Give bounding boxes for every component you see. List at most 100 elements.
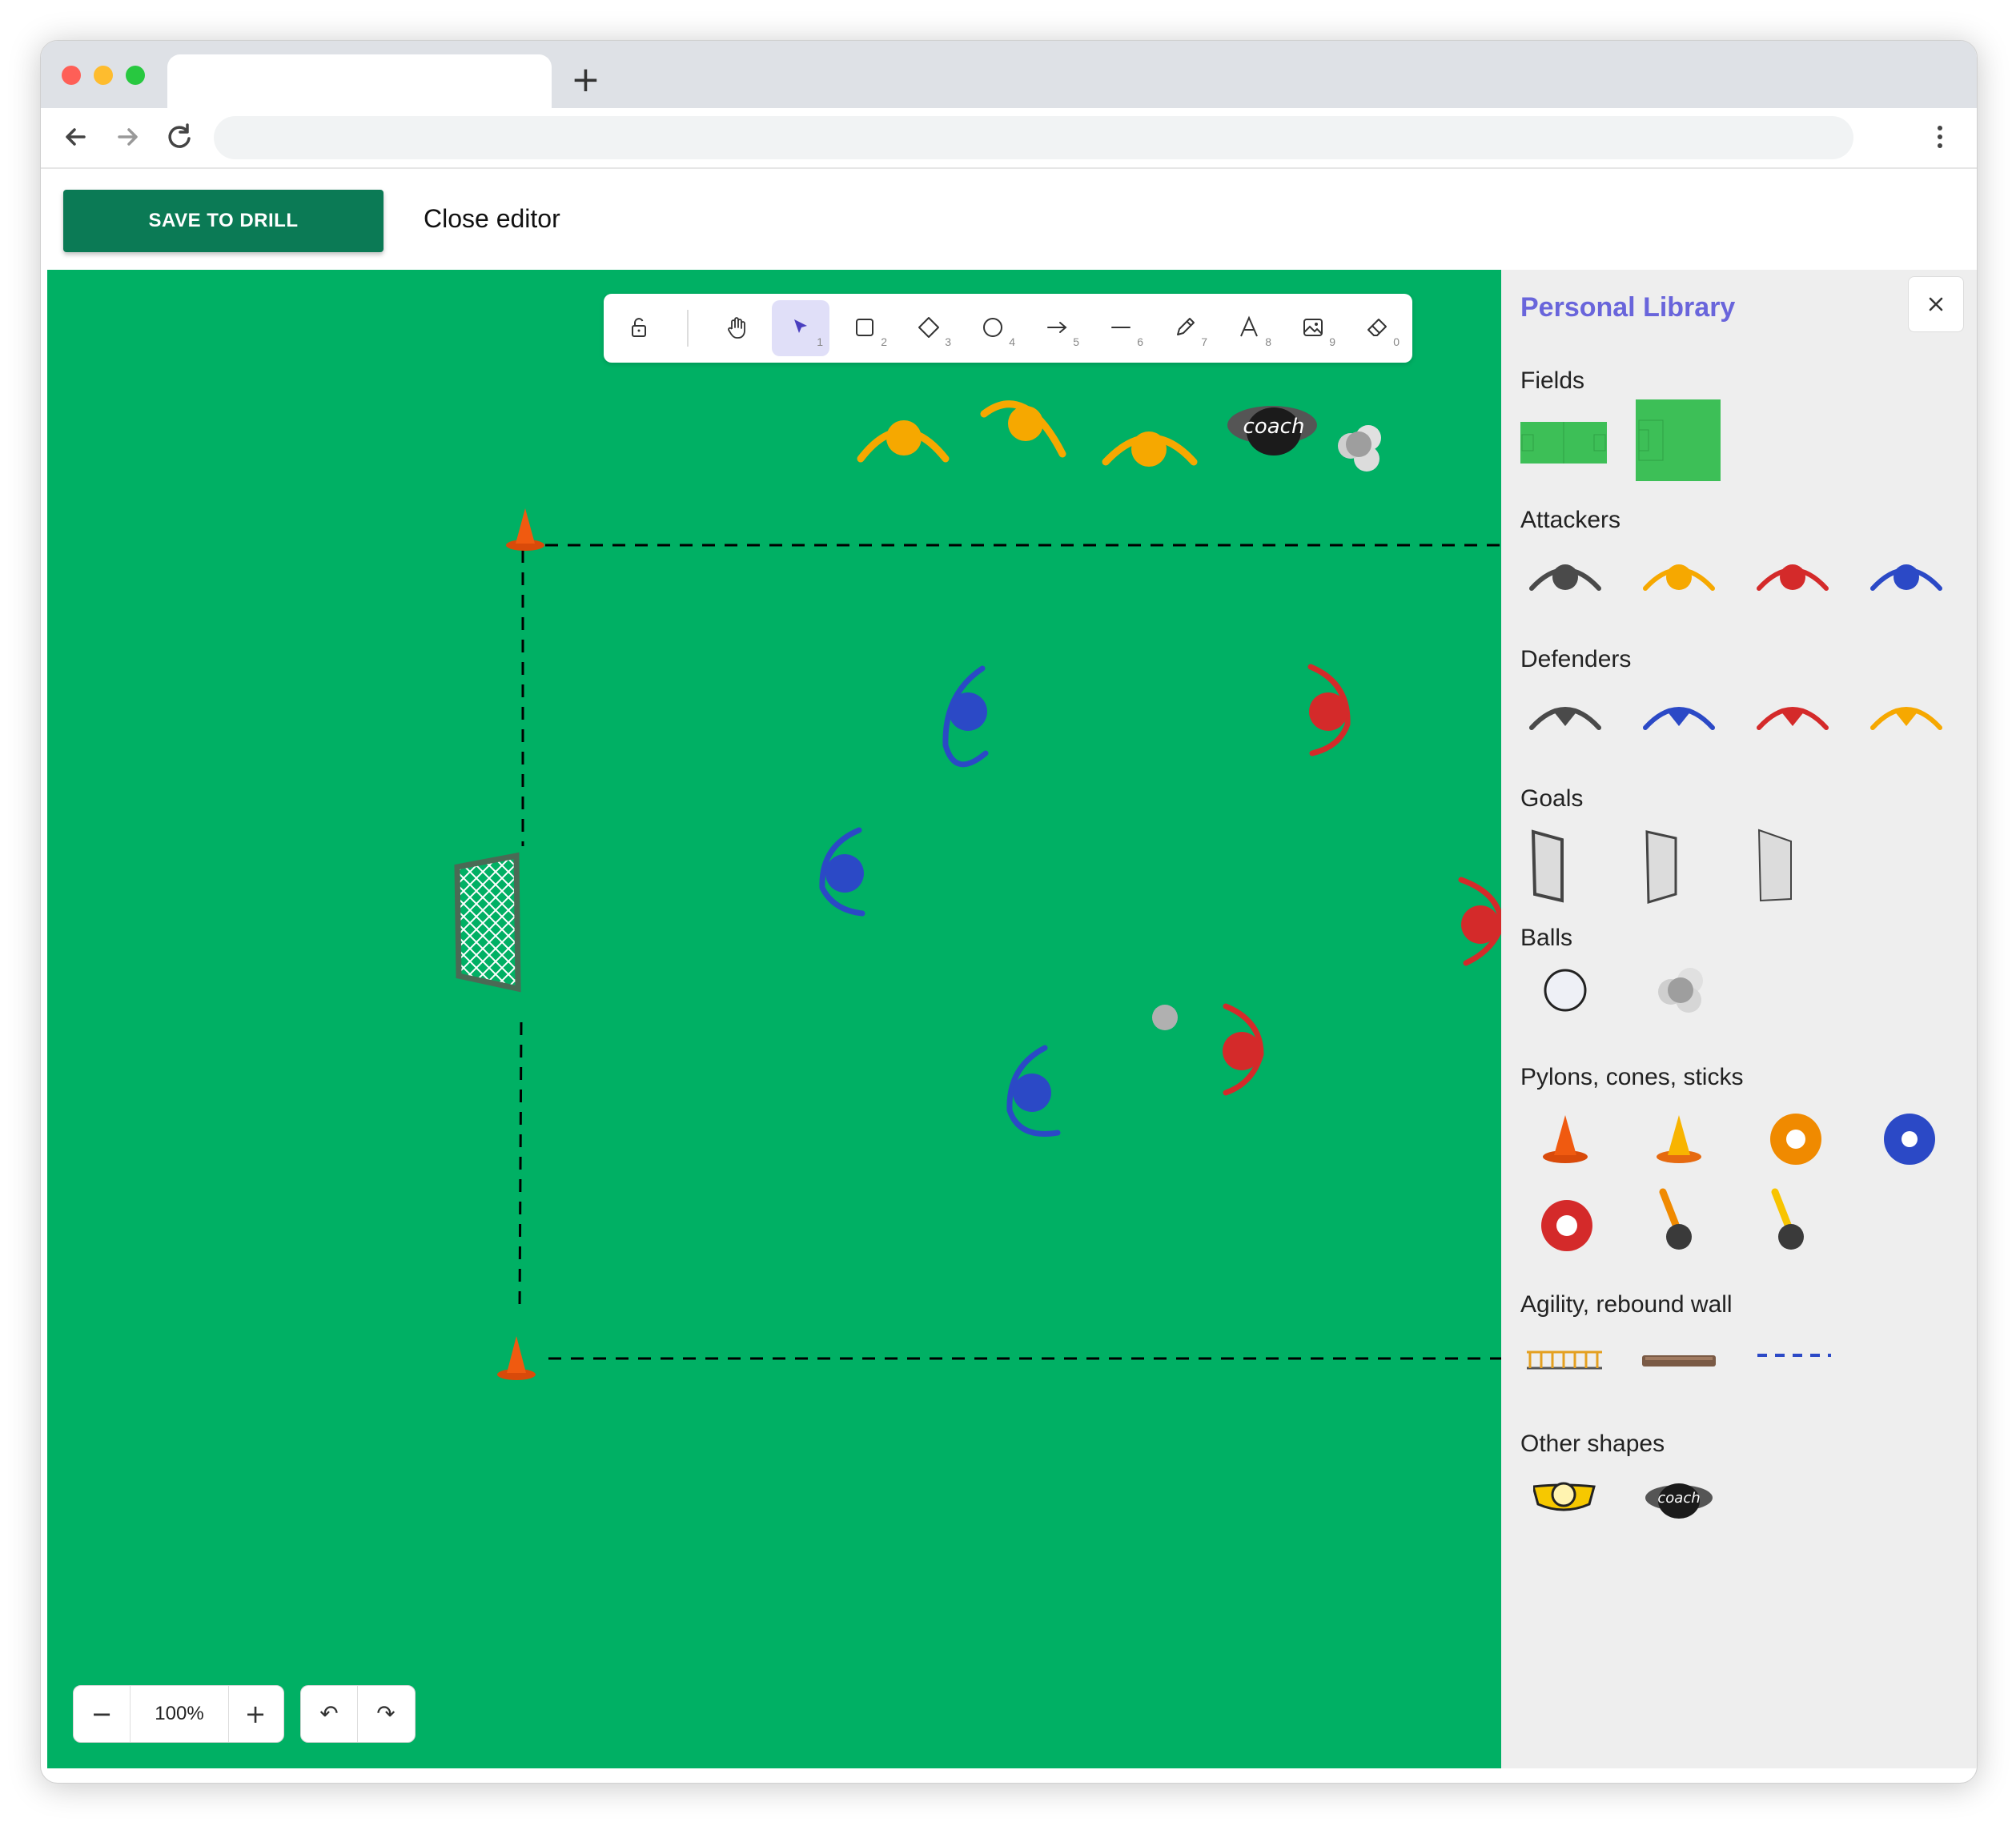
library-defender-blue[interactable] — [1634, 689, 1730, 785]
section-defenders: Defenders — [1520, 646, 1632, 672]
library-marker-blue[interactable] — [1876, 1107, 1972, 1203]
blue-player-2[interactable] — [819, 827, 865, 917]
library-title: Personal Library — [1520, 292, 1736, 323]
sub-player-1[interactable] — [857, 420, 950, 463]
tool-hand[interactable] — [708, 300, 765, 356]
tool-text[interactable]: 8 — [1220, 300, 1278, 356]
line-icon — [1111, 327, 1130, 328]
library-goal-3[interactable] — [1754, 827, 1850, 923]
tool-ellipse[interactable]: 4 — [964, 300, 1022, 356]
history-controls: ↶ ↷ — [300, 1685, 416, 1743]
undo-button[interactable]: ↶ — [301, 1686, 357, 1742]
library-attacker-blue[interactable] — [1861, 550, 1958, 646]
dashed-area-boundary[interactable] — [518, 544, 1501, 1360]
new-tab-button[interactable]: + — [571, 60, 600, 100]
forward-arrow-icon[interactable] — [110, 119, 145, 155]
library-cone-orange[interactable] — [1536, 1107, 1632, 1203]
tool-key: 5 — [1073, 335, 1079, 348]
library-goal-2[interactable] — [1642, 827, 1738, 923]
address-bar[interactable] — [214, 116, 1853, 159]
section-attackers: Attackers — [1520, 507, 1621, 533]
tool-key: 0 — [1393, 335, 1400, 348]
section-fields: Fields — [1520, 367, 1585, 394]
section-other-shapes: Other shapes — [1520, 1431, 1665, 1457]
tool-line[interactable]: 6 — [1092, 300, 1150, 356]
coach-figure[interactable]: coach — [1227, 406, 1317, 456]
library-attacker-red[interactable] — [1748, 550, 1844, 646]
blue-player-1[interactable] — [942, 665, 989, 768]
tool-rectangle[interactable]: 2 — [836, 300, 894, 356]
tool-key: 6 — [1137, 335, 1143, 348]
library-field-horizontal[interactable] — [1520, 414, 1616, 510]
kebab-menu-icon[interactable] — [1922, 119, 1958, 155]
library-marker-red[interactable] — [1536, 1195, 1632, 1291]
back-arrow-icon[interactable] — [58, 119, 94, 155]
library-stick-orange[interactable] — [1650, 1187, 1746, 1283]
cone-bottom[interactable] — [497, 1336, 536, 1380]
library-defender-yellow[interactable] — [1861, 689, 1958, 785]
drawing-canvas[interactable]: coach 1 2 3 4 5 6 7 8 9 0 − 100% + ↶ ↷ — [47, 270, 1501, 1768]
circle-icon — [983, 318, 1002, 337]
eraser-icon — [1367, 319, 1387, 336]
library-sidebar: Personal Library Fields Attackers Defend… — [1501, 270, 1977, 1768]
ball[interactable] — [1152, 1005, 1178, 1030]
tool-key: 4 — [1009, 335, 1015, 348]
drill-diagram[interactable]: coach — [47, 270, 1501, 1768]
zoom-in-button[interactable]: + — [227, 1686, 283, 1742]
library-ball[interactable] — [1541, 966, 1637, 1062]
tool-key: 9 — [1329, 335, 1335, 348]
shape-toolbar: 1 2 3 4 5 6 7 8 9 0 — [604, 294, 1412, 363]
section-agility: Agility, rebound wall — [1520, 1291, 1733, 1318]
close-window-button[interactable] — [62, 66, 81, 85]
tool-key: 8 — [1265, 335, 1271, 348]
rectangle-icon — [856, 319, 873, 336]
close-editor-link[interactable]: Close editor — [424, 204, 560, 234]
library-defender-red[interactable] — [1748, 689, 1844, 785]
library-goal-1[interactable] — [1528, 827, 1624, 923]
zoom-out-button[interactable]: − — [74, 1686, 130, 1742]
minimize-window-button[interactable] — [94, 66, 113, 85]
zoom-level[interactable]: 100% — [130, 1686, 229, 1742]
tool-eraser[interactable]: 0 — [1348, 300, 1406, 356]
library-close-button[interactable] — [1908, 276, 1964, 332]
library-stick-yellow[interactable] — [1762, 1187, 1858, 1283]
cone-top[interactable] — [506, 508, 544, 551]
library-coach[interactable]: coach — [1645, 1482, 1741, 1578]
tool-draw[interactable]: 7 — [1156, 300, 1214, 356]
tool-key: 3 — [945, 335, 951, 348]
tool-image[interactable]: 9 — [1284, 300, 1342, 356]
library-attacker-grey[interactable] — [1520, 550, 1616, 646]
save-to-drill-button[interactable]: SAVE TO DRILL — [63, 190, 384, 252]
tool-selection[interactable]: 1 — [772, 300, 829, 356]
sub-player-2[interactable] — [980, 400, 1066, 458]
zoom-controls: − 100% + — [73, 1685, 284, 1743]
browser-window: + SAVE TO DRILL Close editor coach 1 2 3… — [40, 40, 1978, 1784]
maximize-window-button[interactable] — [126, 66, 145, 85]
red-player-2[interactable] — [1458, 877, 1501, 966]
ball-group[interactable] — [1338, 425, 1381, 472]
library-dashed-line[interactable] — [1757, 1352, 1853, 1448]
tool-key: 2 — [881, 335, 887, 348]
library-ball-group[interactable] — [1655, 966, 1751, 1062]
tool-diamond[interactable]: 3 — [900, 300, 958, 356]
editor-header: SAVE TO DRILL Close editor — [41, 169, 1977, 270]
tool-key: 7 — [1201, 335, 1207, 348]
library-field-square[interactable] — [1636, 399, 1732, 496]
library-agility-ladder[interactable] — [1525, 1347, 1621, 1443]
tool-arrow[interactable]: 5 — [1028, 300, 1086, 356]
sub-player-3[interactable] — [1102, 431, 1198, 467]
library-attacker-yellow[interactable] — [1634, 550, 1730, 646]
redo-button[interactable]: ↷ — [357, 1686, 414, 1742]
tool-key: 1 — [817, 335, 823, 348]
red-player-3[interactable] — [1223, 1003, 1264, 1096]
section-balls: Balls — [1520, 925, 1573, 951]
tool-lock[interactable] — [610, 300, 668, 356]
goal[interactable] — [454, 852, 521, 993]
reload-icon[interactable] — [161, 119, 196, 155]
red-player-1[interactable] — [1307, 664, 1351, 756]
blue-player-3[interactable] — [1006, 1045, 1061, 1137]
arrow-icon — [1047, 322, 1067, 333]
browser-tab[interactable] — [167, 54, 552, 108]
library-player-top[interactable] — [1533, 1482, 1629, 1578]
library-defender-grey[interactable] — [1520, 689, 1616, 785]
